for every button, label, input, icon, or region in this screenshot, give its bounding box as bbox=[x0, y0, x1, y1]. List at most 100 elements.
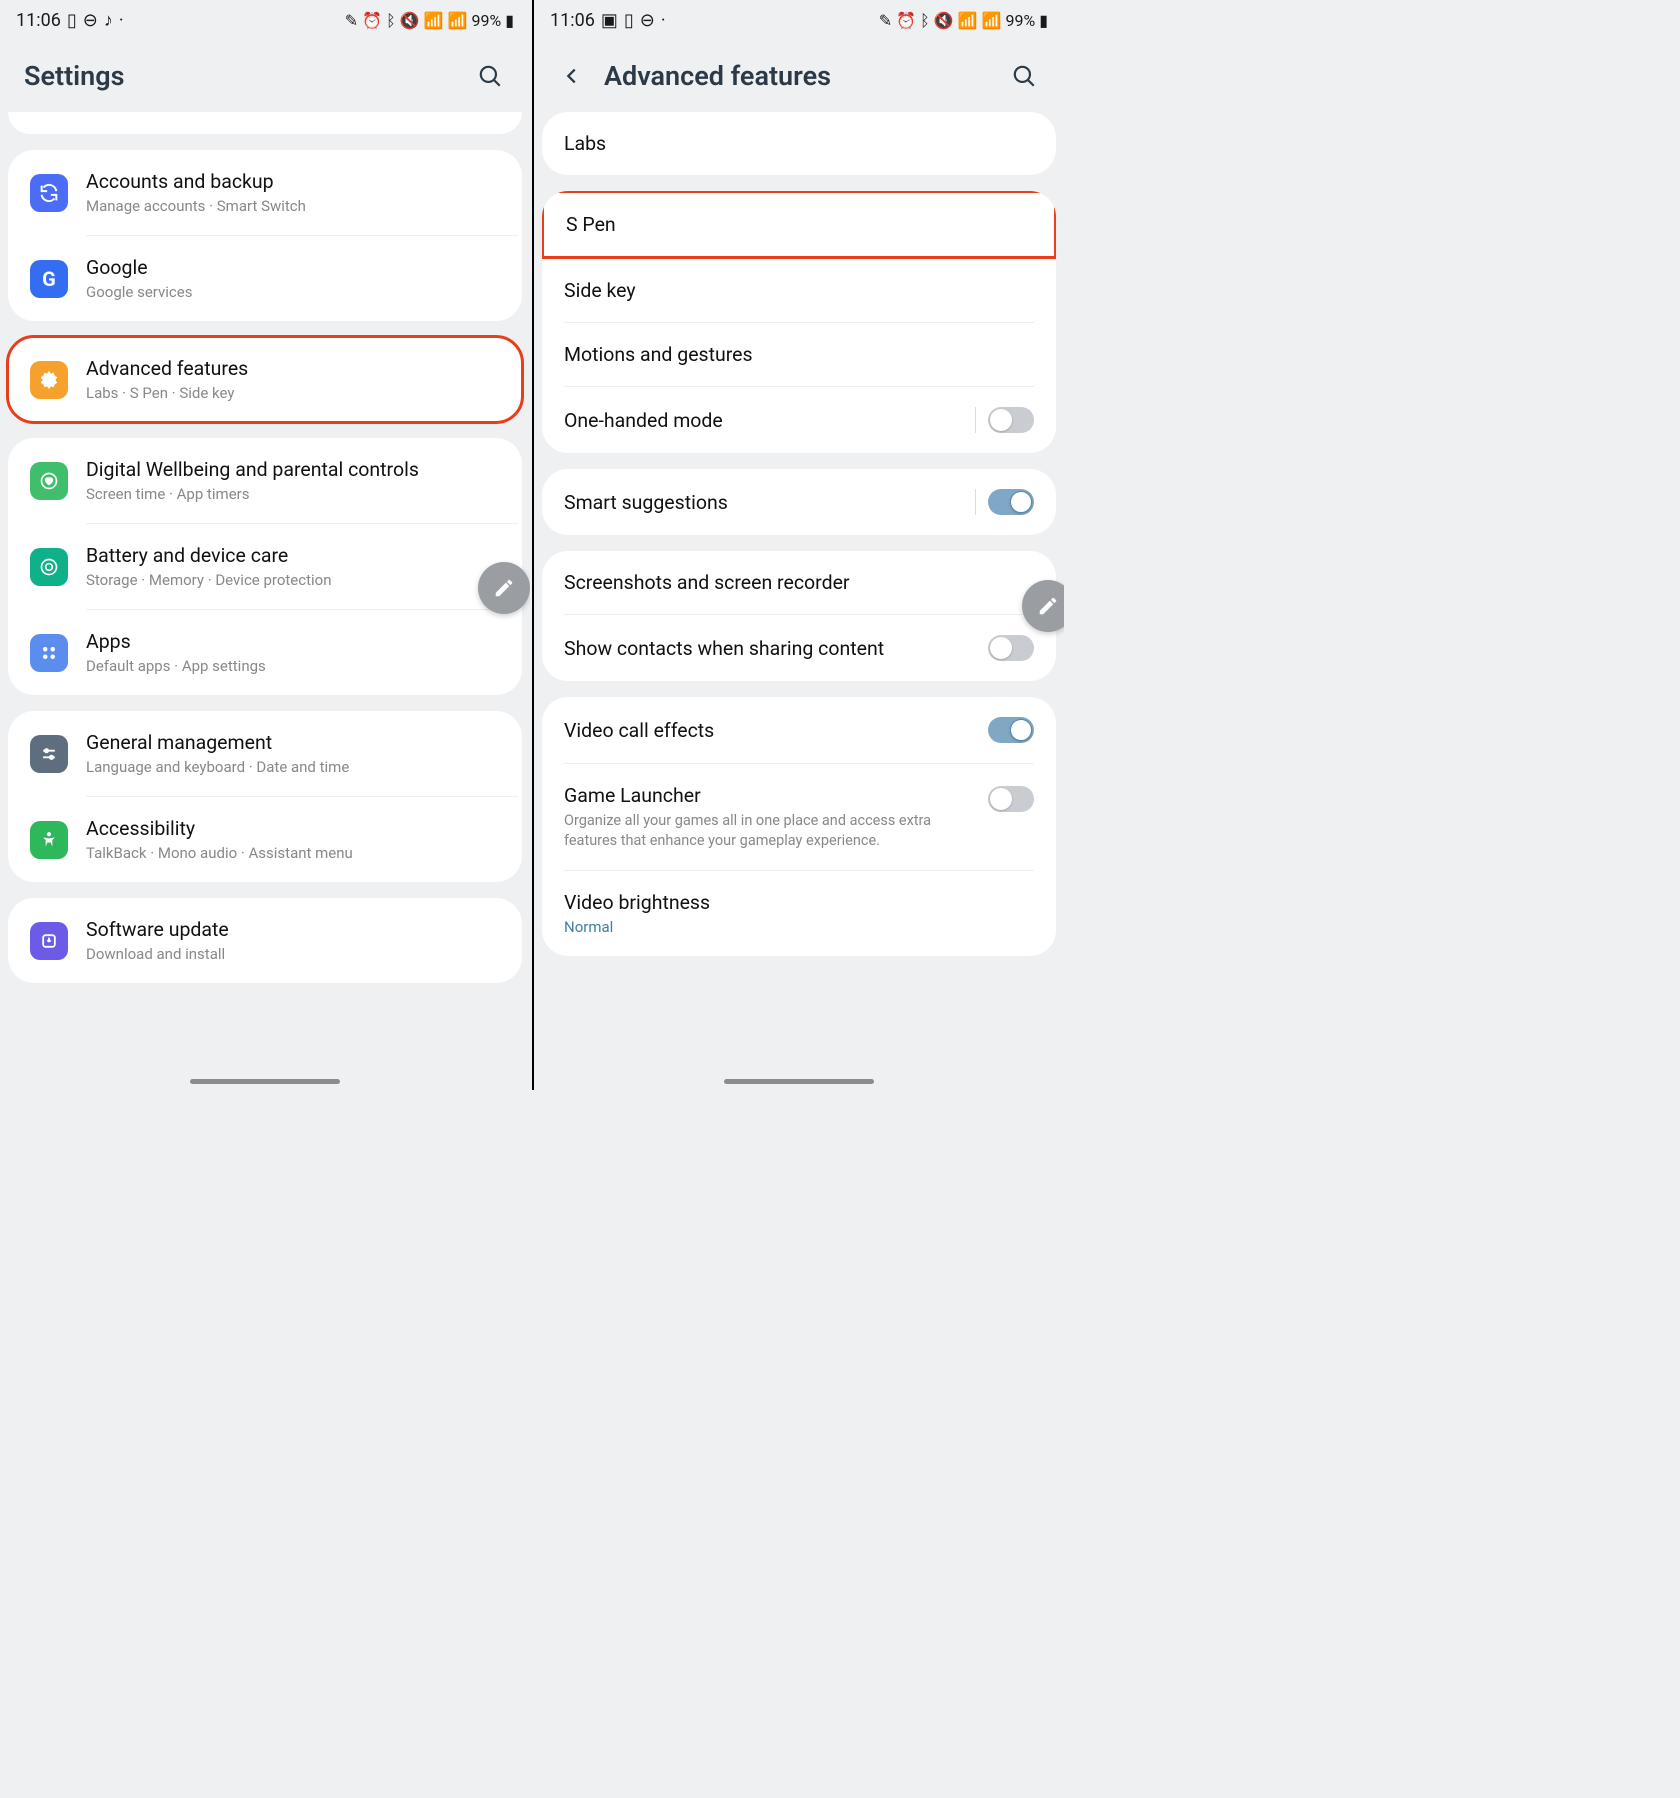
settings-row-software-update[interactable]: Software update Download and install bbox=[8, 898, 522, 983]
battery-percent: 99% bbox=[471, 11, 501, 30]
mute-icon: 🔇 bbox=[934, 11, 954, 30]
toggle-smart-suggestions[interactable] bbox=[988, 489, 1034, 515]
battery-icon: ▮ bbox=[1039, 11, 1048, 30]
row-game-launcher[interactable]: Game Launcher Organize all your games al… bbox=[542, 764, 1056, 870]
apps-icon bbox=[30, 634, 68, 672]
nfc-icon: ▯ bbox=[67, 10, 77, 31]
status-time: 11:06 bbox=[550, 10, 595, 31]
settings-row-general-management[interactable]: General management Language and keyboard… bbox=[8, 711, 522, 796]
left-screenshot: 11:06 ▯ ⊖ ♪ · ✎ ⏰ ᛒ 🔇 📶 📶 99% ▮ Settings bbox=[0, 0, 530, 1090]
advanced-group: Screenshots and screen recorder Show con… bbox=[542, 551, 1056, 681]
row-sub: Manage accounts · Smart Switch bbox=[86, 197, 500, 215]
row-label: Labs bbox=[564, 132, 1034, 155]
right-screenshot: 11:06 ▣ ▯ ⊖ · ✎ ⏰ ᛒ 🔇 📶 📶 99% ▮ Advanced… bbox=[534, 0, 1064, 1090]
edit-fab[interactable] bbox=[478, 562, 530, 614]
mute-icon: 🔇 bbox=[400, 11, 420, 30]
alarm-icon: ⏰ bbox=[896, 11, 916, 30]
row-sub: Language and keyboard · Date and time bbox=[86, 758, 500, 776]
row-label: Smart suggestions bbox=[564, 491, 957, 514]
advanced-group: Smart suggestions bbox=[542, 469, 1056, 535]
more-icon: · bbox=[119, 10, 124, 31]
row-label: Accounts and backup bbox=[86, 170, 500, 193]
sliders-icon bbox=[30, 735, 68, 773]
row-motions-gestures[interactable]: Motions and gestures bbox=[542, 323, 1056, 386]
settings-row-accessibility[interactable]: Accessibility TalkBack · Mono audio · As… bbox=[8, 797, 522, 882]
row-label: Google bbox=[86, 256, 500, 279]
battery-icon: ▮ bbox=[505, 11, 514, 30]
row-video-call-effects[interactable]: Video call effects bbox=[542, 697, 1056, 763]
row-s-pen[interactable]: S Pen bbox=[542, 191, 1056, 259]
row-label: General management bbox=[86, 731, 500, 754]
row-label: One-handed mode bbox=[564, 409, 957, 432]
row-label: Digital Wellbeing and parental controls bbox=[86, 458, 500, 481]
home-indicator[interactable] bbox=[190, 1079, 340, 1084]
row-one-handed-mode[interactable]: One-handed mode bbox=[542, 387, 1056, 453]
home-indicator[interactable] bbox=[724, 1079, 874, 1084]
care-icon bbox=[30, 548, 68, 586]
settings-group: Software update Download and install bbox=[8, 898, 522, 983]
search-button[interactable] bbox=[474, 60, 506, 92]
settings-row-battery-care[interactable]: Battery and device care Storage · Memory… bbox=[8, 524, 522, 609]
settings-row-accounts-backup[interactable]: Accounts and backup Manage accounts · Sm… bbox=[8, 150, 522, 235]
alarm-icon: ⏰ bbox=[362, 11, 382, 30]
row-sub: Default apps · App settings bbox=[86, 657, 500, 675]
advanced-group: Video call effects Game Launcher Organiz… bbox=[542, 697, 1056, 956]
toggle-one-handed[interactable] bbox=[988, 407, 1034, 433]
status-time: 11:06 bbox=[16, 10, 61, 31]
row-sub: Normal bbox=[564, 918, 1034, 936]
row-labs[interactable]: Labs bbox=[542, 112, 1056, 175]
row-show-contacts-sharing[interactable]: Show contacts when sharing content bbox=[542, 615, 1056, 681]
toggle-video-call-effects[interactable] bbox=[988, 717, 1034, 743]
sync-icon bbox=[30, 174, 68, 212]
page-title: Settings bbox=[24, 60, 456, 92]
row-label: Video brightness bbox=[564, 891, 1034, 914]
settings-row-apps[interactable]: Apps Default apps · App settings bbox=[8, 610, 522, 695]
settings-group: Digital Wellbeing and parental controls … bbox=[8, 438, 522, 695]
google-icon: G bbox=[30, 260, 68, 298]
music-icon: ♪ bbox=[104, 10, 113, 31]
toggle-game-launcher[interactable] bbox=[988, 786, 1034, 812]
image-icon: ▣ bbox=[601, 10, 618, 31]
settings-row-google[interactable]: G Google Google services bbox=[8, 236, 522, 321]
status-bar: 11:06 ▯ ⊖ ♪ · ✎ ⏰ ᛒ 🔇 📶 📶 99% ▮ bbox=[0, 0, 530, 36]
row-screenshots-recorder[interactable]: Screenshots and screen recorder bbox=[542, 551, 1056, 614]
row-desc: Organize all your games all in one place… bbox=[564, 811, 970, 850]
dnd-icon: ⊖ bbox=[83, 10, 98, 31]
row-smart-suggestions[interactable]: Smart suggestions bbox=[542, 469, 1056, 535]
signal-icon: 📶 bbox=[982, 11, 1002, 30]
gear-icon bbox=[30, 361, 68, 399]
settings-group-advanced-features: Advanced features Labs · S Pen · Side ke… bbox=[8, 337, 522, 422]
a11y-icon bbox=[30, 821, 68, 859]
row-label: Motions and gestures bbox=[564, 343, 1034, 366]
back-button[interactable] bbox=[558, 62, 586, 90]
row-sub: Google services bbox=[86, 283, 500, 301]
wifi-icon: 📶 bbox=[958, 11, 978, 30]
settings-header: Settings bbox=[0, 36, 530, 112]
row-label: Game Launcher bbox=[564, 784, 970, 807]
row-label: Battery and device care bbox=[86, 544, 500, 567]
wifi-icon: 📶 bbox=[424, 11, 444, 30]
row-label: Software update bbox=[86, 918, 500, 941]
settings-row-advanced-features[interactable]: Advanced features Labs · S Pen · Side ke… bbox=[8, 337, 522, 422]
row-video-brightness[interactable]: Video brightness Normal bbox=[542, 871, 1056, 956]
row-label: Accessibility bbox=[86, 817, 500, 840]
row-sub: Download and install bbox=[86, 945, 500, 963]
more-icon: · bbox=[661, 10, 666, 31]
row-label: Apps bbox=[86, 630, 500, 653]
row-label: Show contacts when sharing content bbox=[564, 637, 970, 660]
battery-percent: 99% bbox=[1005, 11, 1035, 30]
settings-row-digital-wellbeing[interactable]: Digital Wellbeing and parental controls … bbox=[8, 438, 522, 523]
nfc-icon: ▯ bbox=[624, 10, 634, 31]
search-button[interactable] bbox=[1008, 60, 1040, 92]
settings-group: General management Language and keyboard… bbox=[8, 711, 522, 882]
row-label: S Pen bbox=[566, 213, 1032, 236]
toggle-show-contacts[interactable] bbox=[988, 635, 1034, 661]
row-side-key[interactable]: Side key bbox=[542, 259, 1056, 322]
row-sub: Storage · Memory · Device protection bbox=[86, 571, 500, 589]
advanced-group: Labs bbox=[542, 112, 1056, 175]
row-label: Screenshots and screen recorder bbox=[564, 571, 1034, 594]
update-icon bbox=[30, 922, 68, 960]
advanced-group: S Pen Side key Motions and gestures One-… bbox=[542, 191, 1056, 453]
row-sub: Screen time · App timers bbox=[86, 485, 500, 503]
partial-card bbox=[8, 112, 522, 134]
